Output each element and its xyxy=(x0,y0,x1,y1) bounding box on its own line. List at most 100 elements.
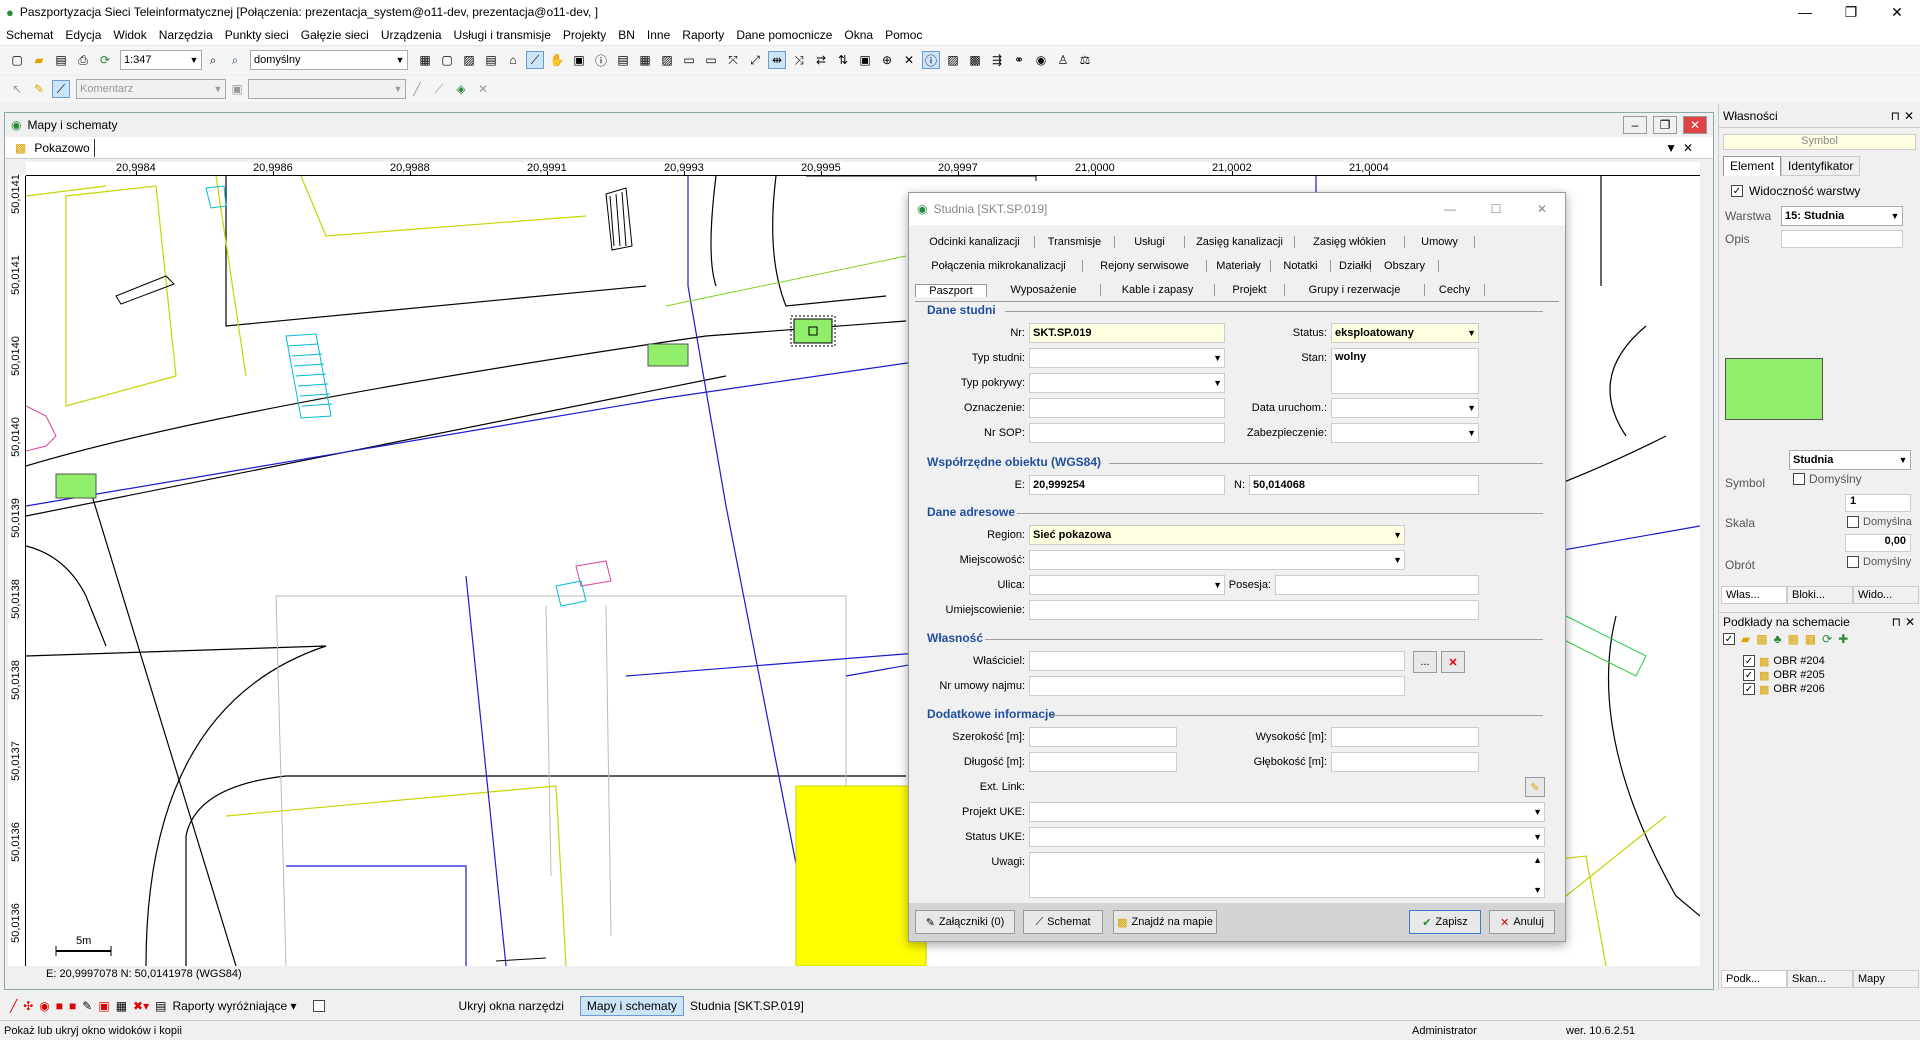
save-icon[interactable]: ▤ xyxy=(52,51,70,69)
style-combo[interactable]: domyślny ▼ xyxy=(250,50,408,70)
layers-icon[interactable]: ▨ xyxy=(944,51,962,69)
tab-element[interactable]: Element xyxy=(1723,156,1782,176)
warstwa-combo[interactable]: 15: Studnia ▼ xyxy=(1781,206,1903,226)
connect-icon[interactable]: ⚭ xyxy=(1010,51,1028,69)
props-tab-0[interactable]: Włas... xyxy=(1721,586,1787,604)
record-icon[interactable]: ◉ xyxy=(39,999,49,1013)
panel-tab-0[interactable]: Podk... xyxy=(1721,970,1787,988)
znajdz-na-mapie-button[interactable]: ▩ Znajdź na mapie xyxy=(1113,910,1217,934)
comment-combo[interactable]: Komentarz ▼ xyxy=(76,79,226,99)
schema-icon[interactable]: ⟋ xyxy=(526,51,544,69)
map-maximize-button[interactable]: ❐ xyxy=(1653,116,1677,134)
reports-dropdown[interactable]: Raporty wyróżniające ▾ xyxy=(172,999,296,1013)
szerokosc-field[interactable] xyxy=(1029,727,1177,747)
menu-item-6[interactable]: Urządzenia xyxy=(381,28,442,42)
scale-combo[interactable]: 1:347 ▼ xyxy=(120,50,202,70)
layer-checkbox[interactable]: ✓ xyxy=(1743,655,1755,667)
image-icon[interactable]: ▨ xyxy=(460,51,478,69)
layer-checkbox[interactable]: ✓ xyxy=(1743,669,1755,681)
tab-dropdown-icon[interactable]: ▼ xyxy=(1665,141,1677,155)
stop-icon[interactable]: ■ xyxy=(56,999,63,1013)
n-field[interactable]: 50,014068 xyxy=(1249,475,1479,495)
schemat-button[interactable]: ⟋ Schemat xyxy=(1023,910,1103,934)
plugin-icon[interactable]: ✚ xyxy=(1838,632,1848,646)
active-icon[interactable]: ▨ xyxy=(658,51,676,69)
posesja-field[interactable] xyxy=(1275,575,1479,595)
stop2-icon[interactable]: ■ xyxy=(69,999,76,1013)
typ-pokrywy-select[interactable]: ▼ xyxy=(1029,373,1225,393)
folder-icon[interactable]: ▰ xyxy=(1741,632,1750,646)
dialog-close-button[interactable]: ✕ xyxy=(1519,202,1565,216)
add-layer-icon[interactable]: ▩ xyxy=(1756,632,1767,646)
menu-item-8[interactable]: Projekty xyxy=(563,28,606,42)
tab-identyfikator[interactable]: Identyfikator xyxy=(1781,156,1861,176)
skala-default-checkbox[interactable] xyxy=(1847,516,1859,528)
frame-icon[interactable]: ▭ xyxy=(680,51,698,69)
symbol-default-checkbox[interactable] xyxy=(1793,473,1805,485)
menu-item-13[interactable]: Okna xyxy=(844,28,873,42)
scale-icon[interactable]: ⚖ xyxy=(1076,51,1094,69)
tab-tabs3-2[interactable]: Kable i zapasy xyxy=(1101,284,1215,296)
route-icon[interactable]: ⇶ xyxy=(988,51,1006,69)
miejscowosc-select[interactable]: ▼ xyxy=(1029,550,1405,570)
wlasciciel-field[interactable] xyxy=(1029,651,1405,671)
dialog-maximize-button[interactable]: ☐ xyxy=(1473,202,1519,216)
umiejscowienie-field[interactable] xyxy=(1029,600,1479,620)
table-icon[interactable]: ▤ xyxy=(482,51,500,69)
panel-close-icon[interactable]: ✕ xyxy=(1905,615,1915,629)
tab-tabs2-5[interactable]: Obszary xyxy=(1371,260,1439,272)
nr-umowy-field[interactable] xyxy=(1029,676,1405,696)
fit-icon[interactable]: ⤧ xyxy=(724,51,742,69)
nr-field[interactable]: SKT.SP.019 xyxy=(1029,323,1225,343)
tab-tabs3-3[interactable]: Projekt xyxy=(1215,284,1285,296)
menu-item-11[interactable]: Raporty xyxy=(682,28,724,42)
copy-icon[interactable]: ▢ xyxy=(438,51,456,69)
object-rect[interactable] xyxy=(55,473,97,499)
stan-field[interactable]: wolny xyxy=(1331,348,1479,394)
link-icon[interactable]: ⇄ xyxy=(812,51,830,69)
zapisz-button[interactable]: ✔ Zapisz xyxy=(1409,910,1481,934)
tab-tabs2-0[interactable]: Połączenia mikrokanalizacji xyxy=(915,260,1083,272)
frame2-icon[interactable]: ▭ xyxy=(702,51,720,69)
menu-item-9[interactable]: BN xyxy=(618,28,635,42)
menu-item-0[interactable]: Schemat xyxy=(6,28,53,42)
menu-item-5[interactable]: Gałęzie sieci xyxy=(301,28,369,42)
grid-icon[interactable]: ▦ xyxy=(116,999,127,1013)
layer-item[interactable]: ✓ ▩ OBR #204 xyxy=(1743,654,1825,668)
uwagi-textarea[interactable]: ▲ ▼ xyxy=(1029,852,1545,898)
tab-tabs3-4[interactable]: Grupy i rezerwacje xyxy=(1285,284,1425,296)
polyline-icon[interactable]: ⟋ xyxy=(430,80,448,98)
building-icon[interactable]: ⌂ xyxy=(504,51,522,69)
globe-icon[interactable]: ◉ xyxy=(1032,51,1050,69)
info2-icon[interactable]: ⓘ xyxy=(922,51,940,69)
nr-sop-field[interactable] xyxy=(1029,423,1225,443)
cross-icon[interactable]: ✕ xyxy=(900,51,918,69)
panel-close-icon[interactable]: ✕ xyxy=(1904,109,1914,123)
menu-item-4[interactable]: Punkty sieci xyxy=(225,28,289,42)
scroll-up-icon[interactable]: ▲ xyxy=(1533,855,1542,865)
minimize-button[interactable]: — xyxy=(1782,0,1828,24)
line-red-icon[interactable]: ╱ xyxy=(10,999,17,1013)
browse-owner-button[interactable]: ... xyxy=(1413,651,1437,673)
symbol-combo[interactable]: Studnia ▼ xyxy=(1789,450,1911,470)
menu-item-7[interactable]: Usługi i transmisje xyxy=(454,28,551,42)
menu-item-14[interactable]: Pomoc xyxy=(885,28,922,42)
panel-tab-1[interactable]: Skan... xyxy=(1787,970,1853,988)
hide-tools-button[interactable]: Ukryj okna narzędzi xyxy=(459,999,564,1013)
opis-field[interactable] xyxy=(1781,230,1903,248)
info-icon[interactable]: ⓘ xyxy=(592,51,610,69)
person-icon[interactable]: ♙ xyxy=(1054,51,1072,69)
tab-tabs1-3[interactable]: Zasięg kanalizacji xyxy=(1185,236,1295,248)
tab-tabs3-1[interactable]: Wyposażenie xyxy=(987,284,1101,296)
zoom-area-icon[interactable]: ▣ xyxy=(856,51,874,69)
status-select[interactable]: eksploatowany ▼ xyxy=(1331,323,1479,343)
tab-tabs1-2[interactable]: Usługi xyxy=(1115,236,1185,248)
tab-close-icon[interactable]: ✕ xyxy=(1683,141,1693,155)
edit-link-icon[interactable]: ✎ xyxy=(1525,777,1545,797)
tab-tabs1-0[interactable]: Odcinki kanalizacji xyxy=(915,236,1035,248)
map-minimize-button[interactable]: – xyxy=(1623,116,1647,134)
tab-tabs3-0[interactable]: Paszport xyxy=(915,283,987,297)
selected-studnia-symbol[interactable] xyxy=(793,318,833,344)
print-icon[interactable]: ⎙ xyxy=(74,51,92,69)
window-button-maps[interactable]: Mapy i schematy xyxy=(579,996,684,1016)
